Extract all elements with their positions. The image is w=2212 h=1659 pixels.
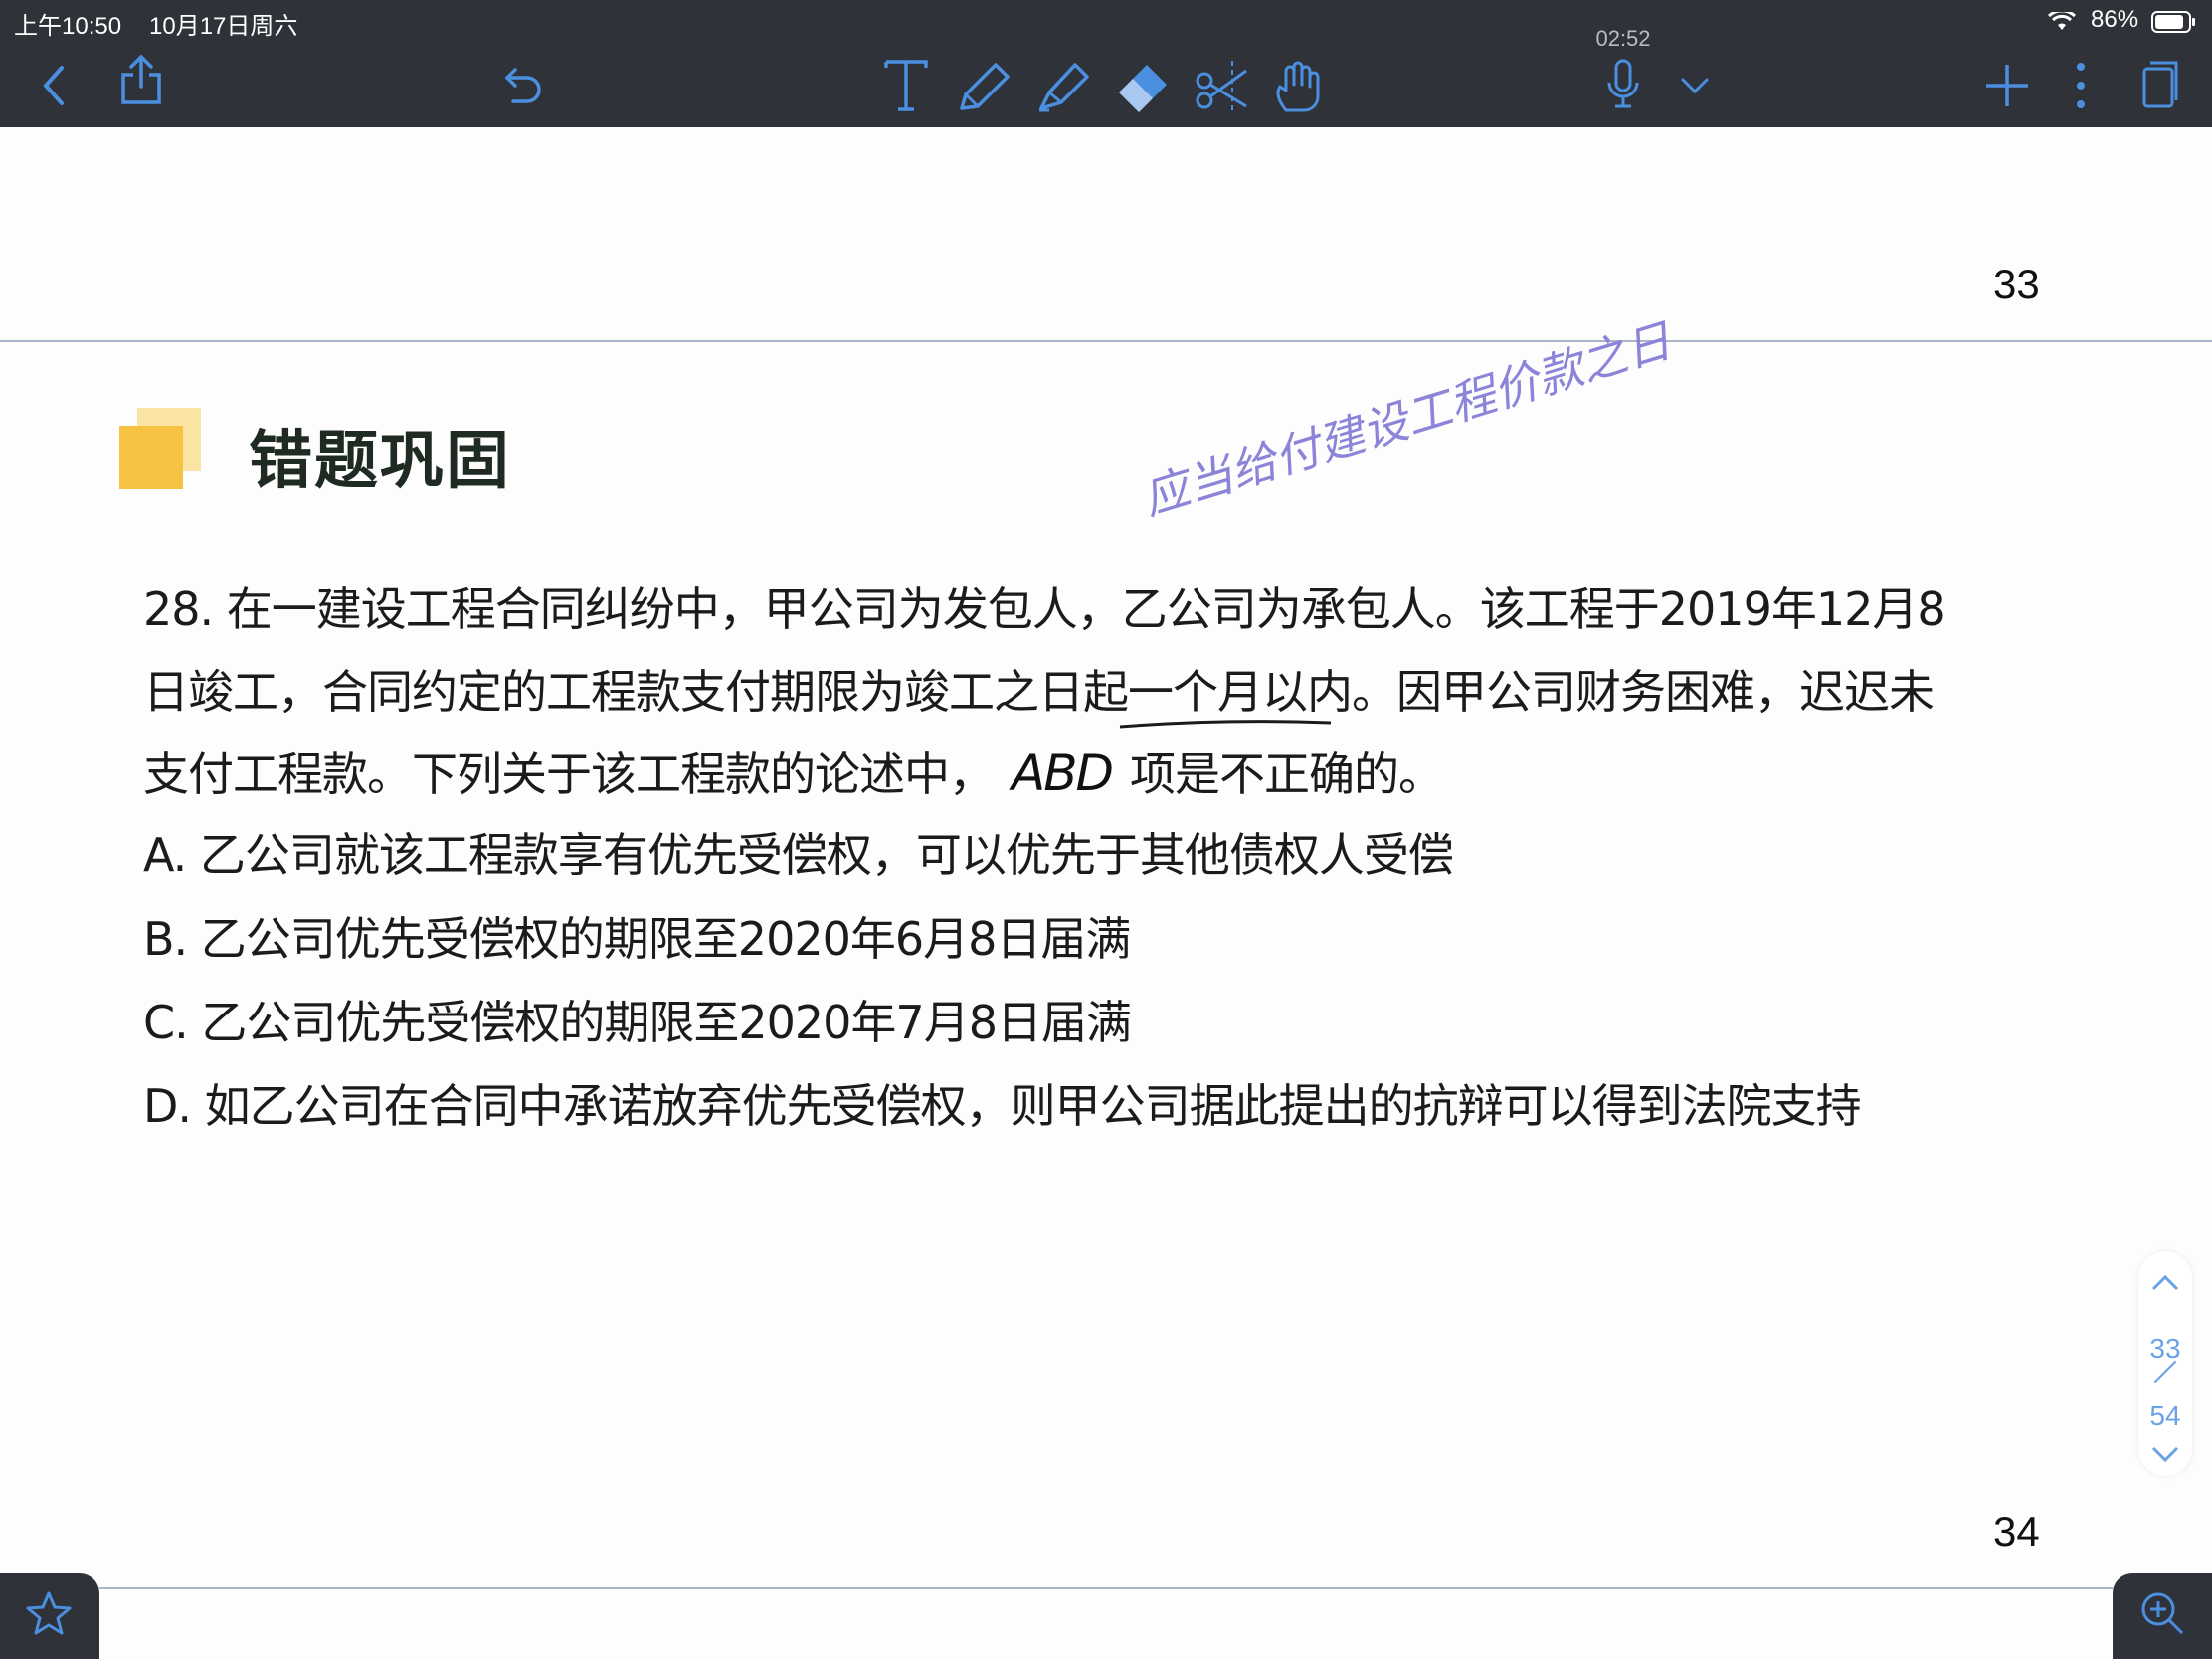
total-pages: 54 <box>2149 1400 2181 1431</box>
page-number-bottom: 34 <box>1993 1508 2040 1555</box>
battery-percent: 86% <box>2091 6 2139 33</box>
question-line-1: 28. 在一建设工程合同纠纷中，甲公司为发包人，乙公司为承包人。该工程于2019… <box>143 582 1946 636</box>
question-text: 日竣工，合同约定的工程款支付期限为竣工之日起 <box>143 665 1129 719</box>
document-canvas[interactable]: 33 错题巩固 应当给付建设工程价款之日 28. 在一建设工程合同纠纷中，甲公司… <box>0 127 2212 1659</box>
question-line-3: 支付工程款。下列关于该工程款的论述中， ABD 项是不正确的。 <box>143 738 1444 804</box>
undo-icon[interactable] <box>501 62 545 109</box>
hand-icon[interactable] <box>1269 56 1329 115</box>
section-heading: 错题巩固 <box>249 425 511 498</box>
recording-time: 02:52 <box>1595 26 1651 51</box>
wifi-icon <box>2047 10 2077 34</box>
zoom-button[interactable] <box>2113 1573 2212 1659</box>
underline-stroke <box>1119 720 1332 729</box>
pages-icon[interactable] <box>2138 58 2182 111</box>
question-line-2: 日竣工，合同约定的工程款支付期限为竣工之日起一个月以 内。因甲公司财务困难，迟迟未 <box>143 656 1935 729</box>
share-icon[interactable] <box>117 52 165 107</box>
back-icon[interactable] <box>36 62 72 109</box>
toolbar: 上午10:50 10月17日周六 86% 02:52 <box>0 0 2212 127</box>
handwritten-note: 应当给付建设工程价款之日 <box>1136 313 1678 526</box>
question-text: 项是不正确的。 <box>1130 747 1444 801</box>
pen-icon[interactable] <box>955 56 1014 115</box>
option-b: B. 乙公司优先受偿权的期限至2020年6月8日届满 <box>143 912 1131 966</box>
page-number-top: 33 <box>1993 261 2040 307</box>
page-divider <box>99 1587 2113 1589</box>
status-date: 10月17日周六 <box>149 13 298 40</box>
zoom-in-icon <box>2141 1592 2184 1635</box>
highlighter-icon[interactable] <box>1034 56 1094 115</box>
battery-icon <box>2150 10 2198 34</box>
microphone-icon[interactable] <box>1603 58 1643 111</box>
star-icon <box>26 1591 72 1635</box>
option-c: C. 乙公司优先受偿权的期限至2020年7月8日届满 <box>143 996 1132 1049</box>
chevron-down-icon[interactable] <box>2151 1446 2179 1464</box>
lasso-icon[interactable] <box>1192 56 1253 115</box>
handwritten-answer: ABD <box>1012 744 1114 802</box>
favorite-button[interactable] <box>0 1573 99 1659</box>
text-tool-icon[interactable] <box>881 56 931 115</box>
option-a: A. 乙公司就该工程款享有优先受偿权，可以优先于其他债权人受偿 <box>143 829 1454 882</box>
status-time: 上午10:50 <box>14 13 122 40</box>
question-text: 支付工程款。下列关于该工程款的论述中， <box>143 747 995 801</box>
heading-square-icon <box>119 408 203 491</box>
underlined-text: 一个月以 <box>1119 665 1332 729</box>
chevron-up-icon[interactable] <box>2151 1273 2179 1291</box>
option-d: D. 如乙公司在合同中承诺放弃优先受偿权，则甲公司据此提出的抗辩可以得到法院支持 <box>143 1079 1862 1133</box>
page-navigator[interactable]: 33 54 <box>2138 1251 2192 1476</box>
chevron-down-icon[interactable] <box>1677 70 1713 99</box>
eraser-icon[interactable] <box>1112 56 1174 115</box>
more-icon[interactable] <box>2069 60 2093 111</box>
current-page: 33 <box>2149 1333 2181 1364</box>
add-icon[interactable] <box>1983 62 2031 109</box>
page-divider <box>0 340 2212 342</box>
question-text: 内。因甲公司财务困难，迟迟未 <box>1307 665 1935 719</box>
